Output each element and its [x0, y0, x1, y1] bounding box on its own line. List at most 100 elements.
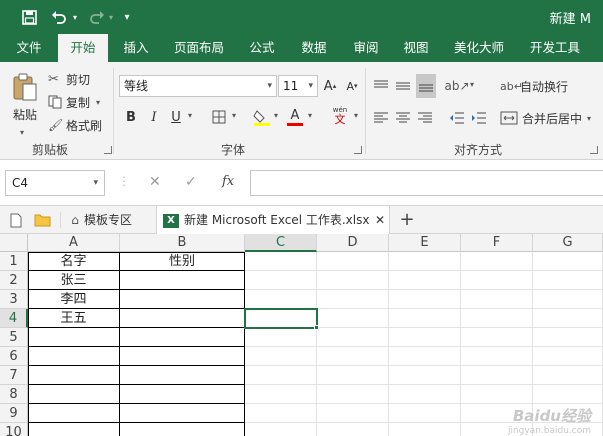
cell-b10[interactable] [120, 423, 245, 436]
fill-handle[interactable] [314, 325, 319, 330]
tab-formulas[interactable]: 公式 [240, 34, 284, 62]
merge-center-button[interactable]: 合并后居中 ▾ [500, 108, 591, 128]
cell-g3[interactable] [533, 290, 603, 309]
cell-a4[interactable]: 王五 [28, 309, 120, 328]
cell-e2[interactable] [389, 271, 461, 290]
wrap-text-button[interactable]: ab↵ 自动换行 [500, 76, 568, 96]
orientation-icon[interactable]: ab↗ [444, 76, 469, 96]
cell-e9[interactable] [389, 404, 461, 423]
row-header-5[interactable]: 5 [0, 328, 28, 347]
underline-dropdown-icon[interactable]: ▾ [188, 111, 192, 120]
cell-a8[interactable] [28, 385, 120, 404]
format-painter-button[interactable]: 🖌 格式刷 [48, 116, 102, 134]
tab-page-layout[interactable]: 页面布局 [166, 34, 232, 62]
align-middle-icon[interactable] [394, 76, 412, 96]
cell-b8[interactable] [120, 385, 245, 404]
column-header-b[interactable]: B [120, 234, 245, 252]
cell-d4[interactable] [317, 309, 389, 328]
font-launcher-icon[interactable] [354, 146, 362, 154]
borders-icon[interactable] [210, 108, 228, 126]
row-header-3[interactable]: 3 [0, 290, 28, 309]
column-header-a[interactable]: A [28, 234, 120, 252]
cell-g8[interactable] [533, 385, 603, 404]
column-header-e[interactable]: E [389, 234, 461, 252]
phonetic-guide-icon[interactable]: wén 文 [328, 105, 352, 127]
cell-b1[interactable]: 性别 [120, 252, 245, 271]
select-all-corner[interactable] [0, 234, 28, 252]
cell-e1[interactable] [389, 252, 461, 271]
cell-b9[interactable] [120, 404, 245, 423]
cell-a7[interactable] [28, 366, 120, 385]
column-header-f[interactable]: F [461, 234, 533, 252]
formula-input[interactable] [250, 170, 603, 196]
enter-icon[interactable]: ✓ [185, 174, 197, 190]
font-size-select[interactable]: 11 ▾ [278, 75, 318, 97]
column-header-c[interactable]: C [245, 234, 317, 252]
paste-button[interactable]: 粘贴 [8, 68, 42, 126]
cell-d9[interactable] [317, 404, 389, 423]
cell-g4[interactable] [533, 309, 603, 328]
row-header-7[interactable]: 7 [0, 366, 28, 385]
cell-a1[interactable]: 名字 [28, 252, 120, 271]
tab-insert[interactable]: 插入 [114, 34, 158, 62]
cell-a5[interactable] [28, 328, 120, 347]
font-color-icon[interactable]: A [286, 106, 304, 128]
font-color-dropdown-icon[interactable]: ▾ [308, 111, 312, 120]
cell-b3[interactable] [120, 290, 245, 309]
row-header-2[interactable]: 2 [0, 271, 28, 290]
tab-workbook[interactable]: X 新建 Microsoft Excel 工作表.xlsx ✕ [156, 206, 390, 235]
cell-e10[interactable] [389, 423, 461, 436]
cell-b7[interactable] [120, 366, 245, 385]
cut-button[interactable]: ✂ 剪切 [48, 70, 90, 88]
align-bottom-icon[interactable] [416, 74, 436, 98]
cell-f4[interactable] [461, 309, 533, 328]
clipboard-launcher-icon[interactable] [104, 146, 112, 154]
cell-e4[interactable] [389, 309, 461, 328]
cell-b4[interactable] [120, 309, 245, 328]
add-tab-icon[interactable]: + [396, 206, 418, 234]
decrease-font-size-icon[interactable]: A ▾ [344, 77, 360, 95]
phonetic-dropdown-icon[interactable]: ▾ [354, 111, 358, 120]
customize-toolbar-icon[interactable]: ▾ [120, 7, 134, 27]
cell-b5[interactable] [120, 328, 245, 347]
column-header-g[interactable]: G [533, 234, 603, 252]
merge-center-dropdown-icon[interactable]: ▾ [587, 114, 591, 123]
cell-c10[interactable] [245, 423, 317, 436]
cell-c3[interactable] [245, 290, 317, 309]
cell-g5[interactable] [533, 328, 603, 347]
cell-g6[interactable] [533, 347, 603, 366]
save-icon[interactable] [18, 7, 40, 27]
cell-d6[interactable] [317, 347, 389, 366]
active-cell-c4[interactable] [244, 308, 318, 329]
paste-dropdown-icon[interactable]: ▾ [20, 128, 24, 137]
tab-view[interactable]: 视图 [394, 34, 438, 62]
cell-c9[interactable] [245, 404, 317, 423]
row-header-8[interactable]: 8 [0, 385, 28, 404]
cell-d10[interactable] [317, 423, 389, 436]
tab-template-zone[interactable]: ⌂ 模板专区 [66, 206, 154, 234]
cell-d7[interactable] [317, 366, 389, 385]
cell-d1[interactable] [317, 252, 389, 271]
cell-f7[interactable] [461, 366, 533, 385]
increase-indent-icon[interactable] [470, 108, 488, 128]
cell-g7[interactable] [533, 366, 603, 385]
cell-d8[interactable] [317, 385, 389, 404]
insert-function-icon[interactable]: fx [222, 174, 234, 189]
tab-file[interactable]: 文件 [6, 34, 52, 62]
row-header-4[interactable]: 4 [0, 309, 28, 328]
increase-font-size-icon[interactable]: A ▴ [322, 77, 338, 95]
close-icon[interactable]: ✕ [375, 206, 385, 234]
cell-e8[interactable] [389, 385, 461, 404]
fill-color-icon[interactable] [252, 107, 272, 127]
cell-c7[interactable] [245, 366, 317, 385]
cell-c2[interactable] [245, 271, 317, 290]
tab-home[interactable]: 开始 [58, 34, 108, 62]
orientation-dropdown-icon[interactable]: ▾ [470, 80, 474, 89]
cell-a9[interactable] [28, 404, 120, 423]
tab-data[interactable]: 数据 [292, 34, 336, 62]
cancel-icon[interactable]: ✕ [149, 174, 161, 190]
align-left-icon[interactable] [372, 108, 390, 128]
row-header-10[interactable]: 10 [0, 423, 28, 436]
cell-d2[interactable] [317, 271, 389, 290]
cell-a2[interactable]: 张三 [28, 271, 120, 290]
